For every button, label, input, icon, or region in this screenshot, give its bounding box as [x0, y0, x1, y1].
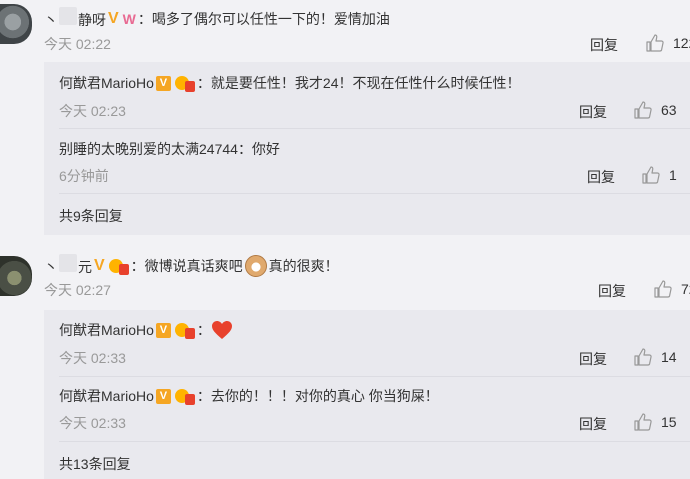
masked-username — [59, 254, 77, 272]
reply-time: 今天 02:33 — [59, 415, 126, 431]
comment-time: 今天 02:27 — [44, 282, 111, 298]
like-button[interactable]: 15 — [634, 413, 677, 431]
cat-emoji-icon — [244, 254, 267, 277]
reply-text: ：你好 — [237, 141, 280, 157]
like-count: 72 — [681, 281, 690, 297]
like-count: 15 — [661, 414, 677, 430]
reply-text: ：就是要任性！我才24！不现在任性什么时候任性！ — [196, 75, 521, 91]
heart-emoji-icon — [211, 321, 232, 339]
like-button[interactable]: 63 — [634, 101, 677, 119]
verified-v-icon: V — [155, 322, 171, 338]
divider — [59, 193, 690, 194]
thumbs-up-icon — [634, 413, 652, 431]
divider — [59, 441, 690, 442]
replies-box: 何猷君MarioHo V ：就是要任性！我才24！不现在任性什么时候任性！ 今天… — [44, 62, 690, 235]
username-prefix: 丶 — [44, 259, 58, 275]
username-prefix: 丶 — [44, 12, 58, 28]
reply-body: 何猷君MarioHo V ： — [59, 320, 233, 340]
comment-username[interactable]: 丶元 — [44, 254, 92, 277]
reply-item: 何猷君MarioHo V ：去你的！！！对你的真心 你当狗屎！ 今天 02:33… — [44, 377, 690, 441]
thumbs-up-icon — [634, 348, 652, 366]
like-count: 122 — [673, 35, 690, 51]
replies-box: 何猷君MarioHo V ： 今天 02:33 回复 14 何猷君MarioHo… — [44, 310, 690, 479]
reply-item: 何猷君MarioHo V ：就是要任性！我才24！不现在任性什么时候任性！ 今天… — [44, 62, 690, 128]
reply-button[interactable]: 回复 — [579, 414, 607, 434]
thumbs-up-icon — [642, 166, 660, 184]
verified-v-icon: V — [94, 256, 105, 274]
avatar[interactable] — [0, 256, 32, 296]
like-count: 14 — [661, 349, 677, 365]
comment-username[interactable]: 丶 静呀 — [44, 7, 106, 30]
fan-badge-icon — [174, 321, 195, 339]
like-button[interactable]: 1 — [642, 166, 677, 184]
fan-badge-icon — [108, 257, 129, 275]
reply-body: 何猷君MarioHo V ：就是要任性！我才24！不现在任性什么时候任性！ — [59, 73, 520, 93]
reply-text: ：去你的！！！对你的真心 你当狗屎！ — [196, 388, 439, 404]
thumbs-up-icon — [634, 101, 652, 119]
fan-badge-icon — [174, 387, 195, 405]
verified-v-icon: V — [108, 9, 119, 27]
username-suffix: 静呀 — [78, 12, 106, 28]
reply-button[interactable]: 回复 — [590, 35, 618, 55]
thumbs-up-icon — [646, 34, 664, 52]
comment-body: 丶 静呀 V W ：喝多了偶尔可以任性一下的！爱情加油 — [44, 7, 390, 30]
comment-time: 今天 02:22 — [44, 36, 111, 52]
like-button[interactable]: 72 — [654, 280, 690, 298]
view-all-replies-link[interactable]: 共9条回复 — [59, 206, 123, 226]
fan-badge-icon — [174, 74, 195, 92]
reply-body: 别睡的太晚别爱的太满24744 ：你好 — [59, 139, 280, 159]
comment: 丶元 V ：微博说真话爽吧 真的很爽！ 今天 02:27 回复 72 — [0, 244, 690, 306]
reply-button[interactable]: 回复 — [587, 167, 615, 187]
reply-time: 6分钟前 — [59, 168, 109, 184]
username-suffix: 元 — [78, 259, 92, 275]
reply-item: 何猷君MarioHo V ： 今天 02:33 回复 14 — [44, 310, 690, 376]
reply-username[interactable]: 何猷君MarioHo — [59, 73, 154, 93]
comment: 丶 静呀 V W ：喝多了偶尔可以任性一下的！爱情加油 今天 02:22 回复 1… — [0, 0, 690, 60]
reply-username[interactable]: 何猷君MarioHo — [59, 320, 154, 340]
verified-v-icon: V — [155, 75, 171, 91]
reply-button[interactable]: 回复 — [579, 102, 607, 122]
reply-time: 今天 02:33 — [59, 350, 126, 366]
like-button[interactable]: 122 — [646, 34, 690, 52]
comment-text: ：微博说真话爽吧 — [130, 257, 243, 274]
reply-time: 今天 02:23 — [59, 103, 126, 119]
masked-username — [59, 7, 77, 25]
like-count: 63 — [661, 102, 677, 118]
reply-button[interactable]: 回复 — [598, 281, 626, 301]
reply-button[interactable]: 回复 — [579, 349, 607, 369]
view-all-replies-link[interactable]: 共13条回复 — [59, 454, 131, 474]
comment-body: 丶元 V ：微博说真话爽吧 真的很爽！ — [44, 254, 339, 277]
like-count: 1 — [669, 167, 677, 183]
comment-text: ：喝多了偶尔可以任性一下的！爱情加油 — [137, 10, 390, 27]
reply-body: 何猷君MarioHo V ：去你的！！！对你的真心 你当狗屎！ — [59, 386, 439, 406]
reply-username[interactable]: 别睡的太晚别爱的太满24744 — [59, 139, 238, 159]
member-w-icon: W — [122, 10, 136, 27]
like-button[interactable]: 14 — [634, 348, 677, 366]
reply-text: ： — [196, 322, 211, 338]
verified-v-icon: V — [155, 388, 171, 404]
avatar[interactable] — [0, 4, 32, 44]
thumbs-up-icon — [654, 280, 672, 298]
comment-text-tail: 真的很爽！ — [268, 257, 339, 274]
reply-username[interactable]: 何猷君MarioHo — [59, 386, 154, 406]
reply-item: 别睡的太晚别爱的太满24744 ：你好 6分钟前 回复 1 — [44, 129, 690, 193]
